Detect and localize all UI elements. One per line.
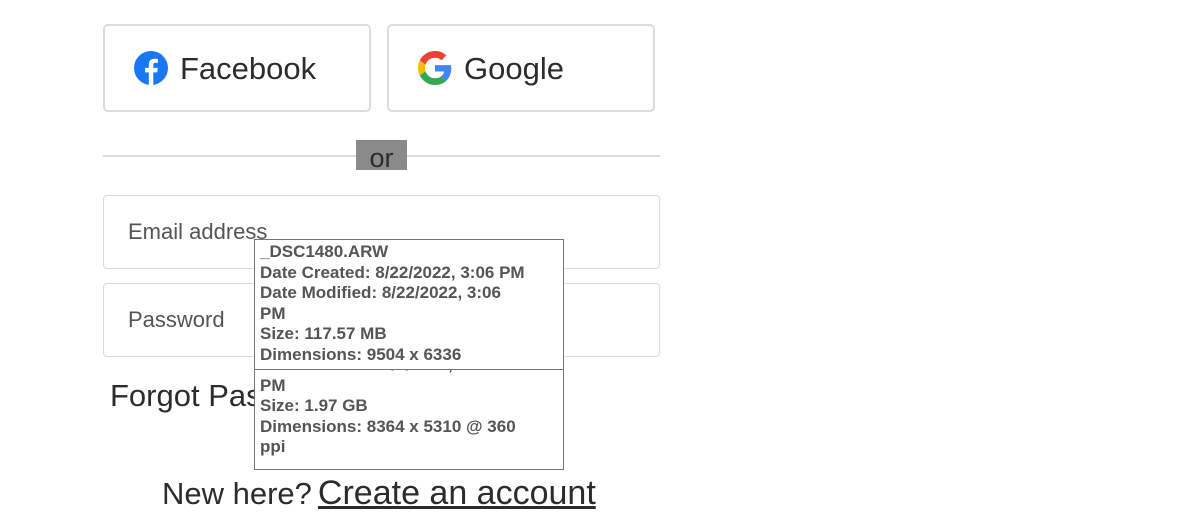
signup-prompt: New here? Create an account — [162, 474, 596, 513]
tooltip-dimensions: Dimensions: 8364 x 5310 @ 360 — [260, 416, 516, 436]
google-icon — [418, 51, 452, 85]
create-account-link[interactable]: Create an account — [318, 474, 596, 512]
file-info-tooltip-back: Date Modified: 9/5/2022, 10:39 PM Size: … — [254, 355, 564, 470]
google-login-button[interactable]: Google — [387, 24, 655, 112]
facebook-login-button[interactable]: Facebook — [103, 24, 371, 112]
tooltip-date-modified-cont: PM — [260, 375, 286, 395]
google-label: Google — [464, 50, 564, 86]
tooltip-date-modified: Date Modified: 8/22/2022, 3:06 — [260, 283, 501, 302]
forgot-password-link[interactable]: Forgot Pas — [110, 378, 262, 414]
tooltip-filename: _DSC1480.ARW — [260, 242, 389, 261]
divider-or-label: or — [356, 140, 407, 173]
tooltip-dimensions: Dimensions: 9504 x 6336 — [260, 344, 462, 364]
tooltip-date-modified-cont: PM — [260, 303, 286, 323]
tooltip-date-created: Date Created: 8/22/2022, 3:06 PM — [260, 262, 525, 282]
tooltip-dimensions-cont: ppi — [260, 437, 286, 456]
file-info-tooltip-front: _DSC1480.ARW Date Created: 8/22/2022, 3:… — [254, 239, 564, 370]
tooltip-size: Size: 1.97 GB — [260, 396, 368, 415]
signup-prompt-text: New here? — [162, 476, 312, 511]
facebook-label: Facebook — [180, 50, 317, 86]
facebook-icon — [134, 51, 168, 85]
tooltip-size: Size: 117.57 MB — [260, 324, 387, 343]
